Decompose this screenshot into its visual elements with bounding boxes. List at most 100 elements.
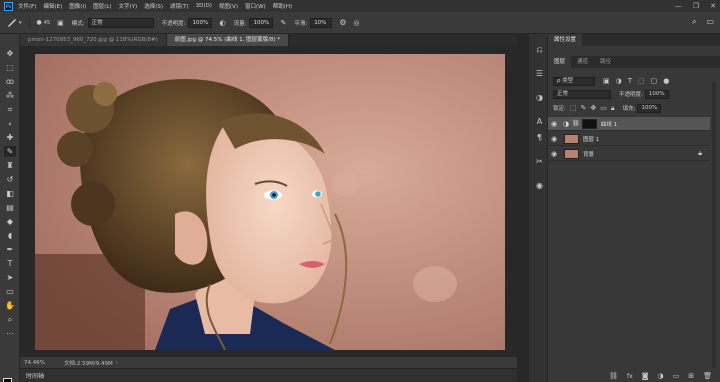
- quick-select-tool-icon[interactable]: ⁂: [4, 90, 16, 101]
- zoom-level[interactable]: 74.46%: [24, 360, 64, 366]
- tab-channels[interactable]: 通道: [571, 56, 594, 68]
- tab-pmon[interactable]: pmon-1270953_960_720.jpg @ 118%(RGB/8#): [20, 34, 167, 46]
- shape-tool-icon[interactable]: ▭: [4, 286, 16, 297]
- new-layer-icon[interactable]: ⊞: [688, 372, 694, 380]
- brush-panel-icon[interactable]: ▣: [57, 19, 64, 27]
- eye-icon[interactable]: ◉: [548, 135, 560, 143]
- layer-curves-1[interactable]: ◉ ◑ ⛓ 曲线 1: [548, 117, 710, 131]
- menu-window[interactable]: 窗口(W): [245, 2, 266, 10]
- layer-name[interactable]: 图层 1: [583, 135, 599, 143]
- link-layers-icon[interactable]: ⛓: [609, 372, 618, 380]
- flow-field[interactable]: 100%: [249, 17, 274, 28]
- layer-layer-1[interactable]: ◉ 图层 1: [548, 132, 710, 146]
- path-select-tool-icon[interactable]: ➤: [4, 272, 16, 283]
- brush-preset-icon[interactable]: ●: [37, 19, 42, 26]
- layers-scrollbar[interactable]: [712, 82, 716, 368]
- more-tools-icon[interactable]: ⋯: [4, 328, 16, 339]
- brush-settings-icon[interactable]: ✂: [534, 156, 545, 167]
- document-image[interactable]: [35, 54, 505, 350]
- blur-tool-icon[interactable]: ◆: [4, 216, 16, 227]
- pressure-opacity-icon[interactable]: ◐: [219, 19, 225, 27]
- character-icon[interactable]: A: [534, 116, 545, 127]
- eraser-tool-icon[interactable]: ◧: [4, 188, 16, 199]
- color-swatches[interactable]: [3, 378, 17, 382]
- minimize-icon[interactable]: —: [675, 2, 682, 10]
- move-tool-icon[interactable]: ✥: [4, 48, 16, 59]
- pressure-size-icon[interactable]: ◎: [353, 19, 359, 27]
- smooth-field[interactable]: 10%: [310, 17, 333, 28]
- paragraph-icon[interactable]: ¶: [534, 132, 545, 143]
- mode-select[interactable]: 正常: [87, 17, 154, 28]
- layer-thumbnail[interactable]: [564, 133, 579, 144]
- eye-icon[interactable]: ◉: [548, 150, 560, 158]
- restore-icon[interactable]: ❐: [693, 2, 699, 10]
- zoom-tool-icon[interactable]: ⌕: [4, 314, 16, 325]
- opacity-field[interactable]: 100%: [188, 17, 213, 28]
- dropdown-arrow-icon[interactable]: ▾: [19, 20, 22, 26]
- marquee-tool-icon[interactable]: ⬚: [4, 62, 16, 73]
- lasso-tool-icon[interactable]: ꝏ: [4, 76, 16, 87]
- dodge-tool-icon[interactable]: ◖: [4, 230, 16, 241]
- blend-mode-select[interactable]: 正常: [553, 89, 611, 99]
- eyedropper-tool-icon[interactable]: ⸗: [4, 118, 16, 129]
- timeline-panel[interactable]: 时间轴: [20, 368, 517, 382]
- new-group-icon[interactable]: ▭: [673, 372, 680, 380]
- menu-image[interactable]: 图像(I): [69, 2, 86, 10]
- filter-adjust-icon[interactable]: ◑: [616, 77, 622, 85]
- lock-move-icon[interactable]: ✥: [590, 104, 596, 112]
- new-adjustment-icon[interactable]: ◑: [658, 372, 664, 380]
- history-brush-tool-icon[interactable]: ↺: [4, 174, 16, 185]
- filter-toggle-icon[interactable]: ●: [663, 77, 669, 85]
- add-mask-icon[interactable]: ◙: [642, 372, 649, 380]
- search-icon[interactable]: ⌕: [692, 17, 696, 27]
- menu-view[interactable]: 视图(V): [219, 2, 238, 10]
- menu-help[interactable]: 帮助(H): [273, 2, 292, 10]
- layer-name[interactable]: 背景: [583, 150, 594, 158]
- canvas-area[interactable]: [20, 46, 517, 357]
- tab-properties[interactable]: 属性设置: [548, 34, 583, 46]
- layer-thumbnail[interactable]: [564, 148, 579, 159]
- eye-icon[interactable]: ◉: [548, 120, 560, 128]
- layer-name[interactable]: 曲线 1: [601, 120, 617, 128]
- brush-tool-icon[interactable]: ✎: [4, 146, 16, 157]
- lock-all-icon[interactable]: 🔒︎: [611, 104, 615, 113]
- fill-field[interactable]: 100%: [637, 103, 662, 113]
- type-tool-icon[interactable]: T: [4, 258, 16, 269]
- status-arrow-icon[interactable]: ›: [116, 360, 118, 366]
- filter-pixel-icon[interactable]: ▣: [603, 77, 610, 85]
- gradient-tool-icon[interactable]: ▤: [4, 202, 16, 213]
- delete-layer-icon[interactable]: 🗑︎: [703, 372, 712, 380]
- clone-stamp-tool-icon[interactable]: ♜: [4, 160, 16, 171]
- chain-icon[interactable]: ⛓: [572, 120, 580, 127]
- tab-paths[interactable]: 路径: [594, 56, 617, 68]
- healing-brush-tool-icon[interactable]: ✚: [4, 132, 16, 143]
- workspace-icon[interactable]: ▭: [706, 17, 714, 27]
- color-icon[interactable]: ◉: [534, 180, 545, 191]
- timeline-label[interactable]: 时间轴: [26, 371, 44, 380]
- adjustments-icon[interactable]: ◑: [534, 92, 545, 103]
- menu-3d[interactable]: 3D(D): [196, 3, 212, 9]
- tab-original[interactable]: 原图.jpg @ 74.5% (曲线 1, 图层蒙版/8) *: [166, 34, 290, 46]
- menu-file[interactable]: 文件(F): [18, 2, 36, 10]
- filter-smart-icon[interactable]: ▢: [651, 77, 658, 85]
- pen-tool-icon[interactable]: ✒: [4, 244, 16, 255]
- menu-filter[interactable]: 滤镜(T): [170, 2, 189, 10]
- brush-tool-icon[interactable]: [7, 17, 17, 29]
- tab-layers[interactable]: 图层: [548, 56, 572, 68]
- document-size[interactable]: 文档:2.59M/9.49M: [64, 359, 113, 367]
- menu-select[interactable]: 选择(S): [144, 2, 163, 10]
- crop-tool-icon[interactable]: ⌗: [4, 104, 16, 115]
- menu-type[interactable]: 文字(Y): [119, 2, 138, 10]
- filter-type-icon[interactable]: T: [628, 77, 632, 85]
- layer-mask-thumbnail[interactable]: [581, 118, 597, 129]
- close-icon[interactable]: ✕: [710, 2, 716, 10]
- history-icon[interactable]: ⎌: [534, 44, 545, 55]
- filter-shape-icon[interactable]: ⬚: [638, 77, 645, 85]
- layer-opacity-field[interactable]: 100%: [644, 89, 669, 99]
- properties-icon[interactable]: ☰: [534, 68, 545, 79]
- menu-edit[interactable]: 编辑(E): [43, 2, 62, 10]
- lock-artboard-icon[interactable]: ▭: [600, 104, 607, 112]
- lock-pixels-icon[interactable]: ⬚: [570, 104, 577, 112]
- hand-tool-icon[interactable]: ✋: [4, 300, 16, 311]
- layer-style-icon[interactable]: fx: [627, 373, 633, 380]
